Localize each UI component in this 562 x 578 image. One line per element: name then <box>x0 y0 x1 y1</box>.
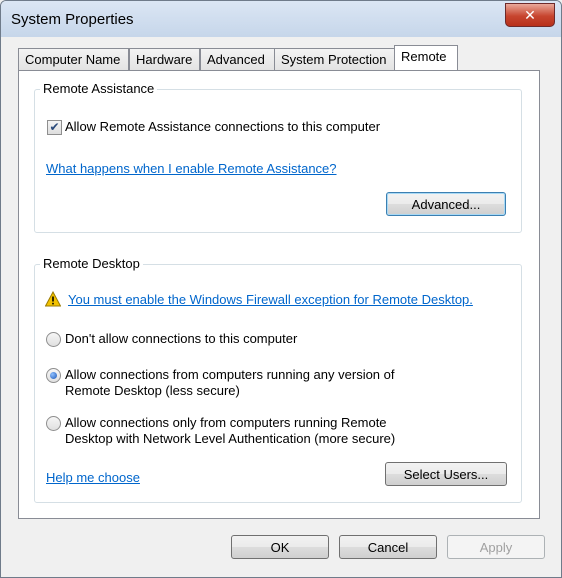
close-button[interactable]: ✕ <box>505 3 555 27</box>
allow-remote-assistance-checkbox[interactable]: ✔ <box>47 120 62 135</box>
allow-remote-assistance-label[interactable]: Allow Remote Assistance connections to t… <box>65 119 380 134</box>
option-dont-allow-label[interactable]: Don't allow connections to this computer <box>65 331 297 346</box>
tab-advanced[interactable]: Advanced <box>200 48 278 70</box>
help-me-choose-link[interactable]: Help me choose <box>46 470 140 485</box>
close-icon: ✕ <box>524 6 536 23</box>
remote-assistance-group: Remote Assistance ✔ Allow Remote Assista… <box>34 81 522 233</box>
remote-assistance-label: Remote Assistance <box>40 81 158 96</box>
dialog-client-area: Computer Name Hardware Advanced System P… <box>8 37 554 570</box>
firewall-warning-link[interactable]: You must enable the Windows Firewall exc… <box>68 292 473 307</box>
advanced-button[interactable]: Advanced... <box>386 192 506 216</box>
warning-icon <box>45 291 61 307</box>
ok-button[interactable]: OK <box>231 535 329 559</box>
tab-system-protection[interactable]: System Protection <box>274 48 398 70</box>
title-bar[interactable]: System Properties ✕ <box>1 1 561 37</box>
remote-tab-panel: Remote Assistance ✔ Allow Remote Assista… <box>18 70 540 519</box>
remote-assistance-help-link[interactable]: What happens when I enable Remote Assist… <box>46 161 337 176</box>
cancel-button[interactable]: Cancel <box>339 535 437 559</box>
option-allow-any-line1[interactable]: Allow connections from computers running… <box>65 367 395 382</box>
radio-dont-allow[interactable] <box>46 332 61 347</box>
remote-desktop-group: Remote Desktop You must enable the Windo… <box>34 256 522 503</box>
system-properties-window: System Properties ✕ Computer Name Hardwa… <box>0 0 562 578</box>
apply-button[interactable]: Apply <box>447 535 545 559</box>
tab-remote[interactable]: Remote <box>394 45 458 70</box>
select-users-button[interactable]: Select Users... <box>385 462 507 486</box>
window-title: System Properties <box>11 11 134 28</box>
option-allow-nla-line2[interactable]: Desktop with Network Level Authenticatio… <box>65 431 395 446</box>
tab-computer-name[interactable]: Computer Name <box>18 48 129 70</box>
option-allow-any-line2[interactable]: Remote Desktop (less secure) <box>65 383 240 398</box>
tab-hardware[interactable]: Hardware <box>129 48 200 70</box>
radio-allow-any-version[interactable] <box>46 368 61 383</box>
option-allow-nla-line1[interactable]: Allow connections only from computers ru… <box>65 415 387 430</box>
remote-desktop-label: Remote Desktop <box>40 256 143 271</box>
radio-allow-nla-only[interactable] <box>46 416 61 431</box>
